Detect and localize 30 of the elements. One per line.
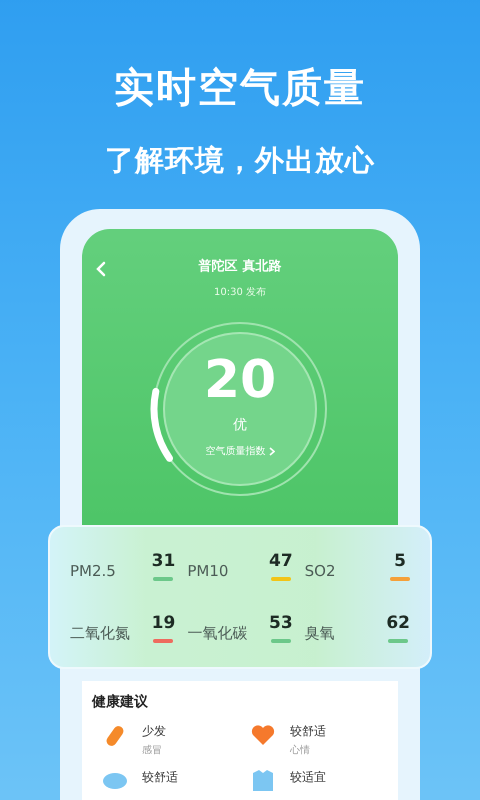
pollutant-name: PM2.5 [70,562,116,580]
section-title: 健康建议 [92,693,149,711]
shirt-icon [250,769,276,791]
pollutant-value: 19 [152,613,176,633]
aqi-link[interactable]: 空气质量指数 [206,444,274,458]
location-title: 普陀区 真北路 [198,258,282,275]
headline: 实时空气质量 [114,64,366,113]
heart-icon [250,723,276,747]
advice-title: 较舒适 [142,769,178,786]
pollutant-name: SO2 [304,562,336,580]
advice-title: 较舒适 [290,723,326,740]
pollutant-value: 47 [268,551,293,571]
pollutant-name: PM10 [187,562,228,580]
aqi-value: 20 [204,354,276,406]
pollutant-name: 二氧化氮 [70,624,130,642]
advice-title: 较适宜 [290,769,326,786]
pollutant-value: 5 [394,551,406,571]
advice-label: 感冒 [142,744,163,757]
subheadline: 了解环境，外出放心 [105,142,375,179]
pollutant-value: 53 [268,613,293,633]
pollutant-value: 62 [386,613,410,633]
pollutant-value: 31 [152,551,176,571]
back-icon[interactable] [96,261,106,277]
aqi-grade: 优 [233,416,247,434]
advice-title: 少发 [142,723,166,740]
advice-label: 心情 [290,744,311,757]
publish-time: 10:30 发布 [214,286,266,299]
pollutant-name: 臭氧 [304,624,335,642]
pollutant-name: 一氧化碳 [187,624,248,642]
chevron-icon [268,446,274,456]
